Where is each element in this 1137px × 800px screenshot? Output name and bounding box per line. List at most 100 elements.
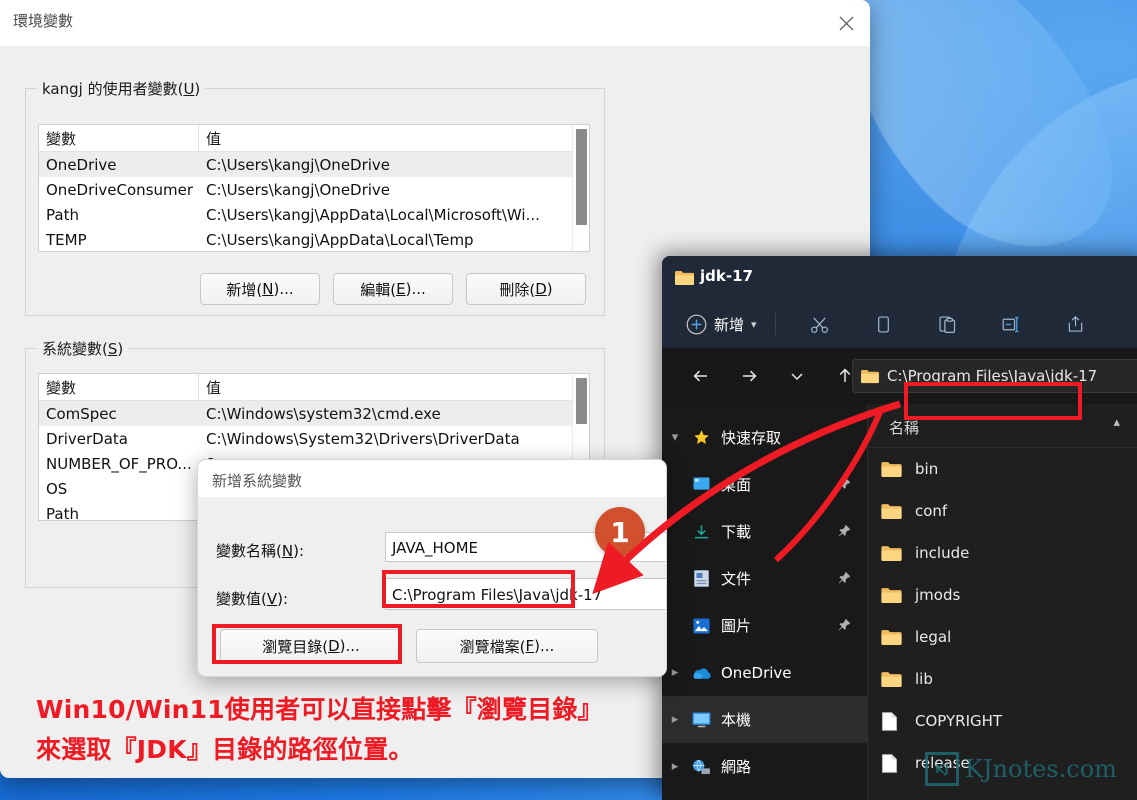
button-label: 新增( xyxy=(226,280,263,299)
pin-icon[interactable] xyxy=(838,476,851,494)
recent-dropdown-icon[interactable] xyxy=(780,359,814,393)
table-row[interactable]: TEMP C:\Users\kangj\AppData\Local\Temp xyxy=(39,227,589,251)
edit-user-variable-button[interactable]: 編輯(E)... xyxy=(333,273,453,305)
folder-icon xyxy=(861,369,879,383)
downloads-icon xyxy=(688,524,714,540)
explorer-body: ▾ 快速存取 桌面 下載 文件 圖片 ▸ OneDrive ▸ 本機 ▸ 網路 … xyxy=(662,404,1137,800)
label-text-post: ): xyxy=(277,590,289,608)
chevron-down-icon[interactable]: ▾ xyxy=(662,430,688,445)
share-icon[interactable] xyxy=(1056,304,1096,344)
variable-name-label: 變數名稱(N): xyxy=(216,540,304,561)
sidebar-item-network[interactable]: ▸ 網路 xyxy=(662,743,867,790)
network-icon xyxy=(688,759,714,775)
star-icon xyxy=(688,429,714,446)
chevron-right-icon[interactable]: ▸ xyxy=(662,712,688,727)
explorer-toolbar: 新增 ▾ xyxy=(662,300,1137,348)
button-label-post: )... xyxy=(339,637,360,655)
scrollbar-thumb[interactable] xyxy=(576,129,587,225)
sidebar-item-documents[interactable]: 文件 xyxy=(662,555,867,602)
pane-splitter[interactable] xyxy=(867,404,868,800)
address-bar[interactable]: C:\Program Files\Java\jdk-17 xyxy=(852,359,1137,393)
cell-name: Path xyxy=(46,504,79,521)
button-label-post: )... xyxy=(273,280,294,298)
list-item[interactable]: lib xyxy=(867,658,1137,700)
copy-icon[interactable] xyxy=(864,304,904,344)
button-accesskey: E xyxy=(396,280,406,298)
sidebar-item-label: 文件 xyxy=(721,570,752,588)
new-button-label: 新增 xyxy=(714,315,745,334)
table-row[interactable]: ComSpec C:\Windows\system32\cmd.exe xyxy=(39,401,589,426)
column-header-value[interactable]: 值 xyxy=(199,125,589,151)
chevron-right-icon[interactable]: ▸ xyxy=(662,759,688,774)
table-row[interactable]: OneDriveConsumer C:\Users\kangj\OneDrive xyxy=(39,177,589,202)
cell-value: C:\Users\kangj\OneDrive xyxy=(206,180,391,199)
sidebar-item-label: 下載 xyxy=(721,523,752,541)
plus-circle-icon xyxy=(686,314,707,334)
file-list-pane: 名稱 ▴ bin conf include jmods legal lib CO… xyxy=(867,404,1137,800)
list-item[interactable]: COPYRIGHT xyxy=(867,700,1137,742)
column-header-value[interactable]: 值 xyxy=(199,374,589,400)
list-item[interactable]: bin xyxy=(867,448,1137,490)
listview-header: 變數 值 xyxy=(39,125,589,152)
user-variables-listview[interactable]: 變數 值 OneDrive C:\Users\kangj\OneDrive On… xyxy=(38,124,590,252)
new-button[interactable]: 新增 ▾ xyxy=(686,314,757,335)
add-user-variable-button[interactable]: 新增(N)... xyxy=(200,273,320,305)
close-button[interactable] xyxy=(822,0,870,46)
sidebar-item-downloads[interactable]: 下載 xyxy=(662,508,867,555)
listview-scrollbar[interactable] xyxy=(572,125,589,251)
cell-name: TEMP xyxy=(46,230,87,249)
sidebar-item-pictures[interactable]: 圖片 xyxy=(662,602,867,649)
list-item[interactable]: jmods xyxy=(867,574,1137,616)
column-header-name[interactable]: 名稱 xyxy=(889,417,919,438)
sidebar-item-onedrive[interactable]: ▸ OneDrive xyxy=(662,649,867,696)
sidebar-item-label: 圖片 xyxy=(721,617,752,635)
close-icon xyxy=(839,16,853,30)
thispc-icon xyxy=(688,711,714,728)
navigation-pane: ▾ 快速存取 桌面 下載 文件 圖片 ▸ OneDrive ▸ 本機 ▸ 網路 xyxy=(662,404,867,800)
browse-file-button[interactable]: 瀏覽檔案(F)... xyxy=(416,629,598,663)
table-row[interactable]: OneDrive C:\Users\kangj\OneDrive xyxy=(39,152,589,177)
list-item[interactable]: legal xyxy=(867,616,1137,658)
variable-value-input[interactable]: C:\Program Files\Java\jdk-17 xyxy=(385,578,666,610)
sidebar-item-desktop[interactable]: 桌面 xyxy=(662,461,867,508)
pin-icon[interactable] xyxy=(838,617,851,635)
sidebar-item-quick-access[interactable]: ▾ 快速存取 xyxy=(662,414,867,461)
pin-icon[interactable] xyxy=(838,570,851,588)
button-accesskey: D xyxy=(328,637,340,655)
table-row[interactable]: Path C:\Users\kangj\AppData\Local\Micros… xyxy=(39,202,589,227)
pin-icon[interactable] xyxy=(838,523,851,541)
column-header-name[interactable]: 變數 xyxy=(39,374,199,400)
user-variables-legend: kangj 的使用者變數(U) xyxy=(37,78,206,99)
delete-user-variable-button[interactable]: 刪除(D) xyxy=(466,273,586,305)
onedrive-icon xyxy=(688,666,714,680)
scrollbar-thumb[interactable] xyxy=(576,378,587,424)
forward-icon[interactable] xyxy=(732,359,766,393)
column-header-name[interactable]: 變數 xyxy=(39,125,199,151)
list-item-label: conf xyxy=(915,502,948,520)
list-item-label: bin xyxy=(915,460,939,478)
paste-icon[interactable] xyxy=(928,304,968,344)
table-row[interactable]: DriverData C:\Windows\System32\Drivers\D… xyxy=(39,426,589,451)
button-label: 瀏覽目錄( xyxy=(262,637,329,656)
sidebar-item-this-pc[interactable]: ▸ 本機 xyxy=(662,696,867,743)
rename-icon[interactable] xyxy=(992,304,1032,344)
legend-text-post: ) xyxy=(117,340,124,358)
watermark-logo: KJ xyxy=(925,752,959,786)
folder-icon xyxy=(881,629,911,646)
label-text: 變數值( xyxy=(216,590,267,608)
list-item[interactable]: include xyxy=(867,532,1137,574)
browse-directory-button[interactable]: 瀏覽目錄(D)... xyxy=(220,629,402,663)
label-text-post: ): xyxy=(293,542,304,560)
listview-header: 變數 值 xyxy=(39,374,589,401)
sort-ascending-icon[interactable]: ▴ xyxy=(1113,414,1120,430)
dialog-titlebar: 環境變數 xyxy=(0,0,870,46)
list-item[interactable]: conf xyxy=(867,490,1137,532)
cut-icon[interactable] xyxy=(800,304,840,344)
back-icon[interactable] xyxy=(684,359,718,393)
folder-icon xyxy=(881,503,911,520)
chevron-down-icon: ▾ xyxy=(751,317,757,331)
cell-name: DriverData xyxy=(46,429,128,448)
label-accesskey: N xyxy=(281,542,294,560)
list-item-label: jmods xyxy=(915,586,961,604)
sidebar-item-label: 本機 xyxy=(721,711,752,729)
